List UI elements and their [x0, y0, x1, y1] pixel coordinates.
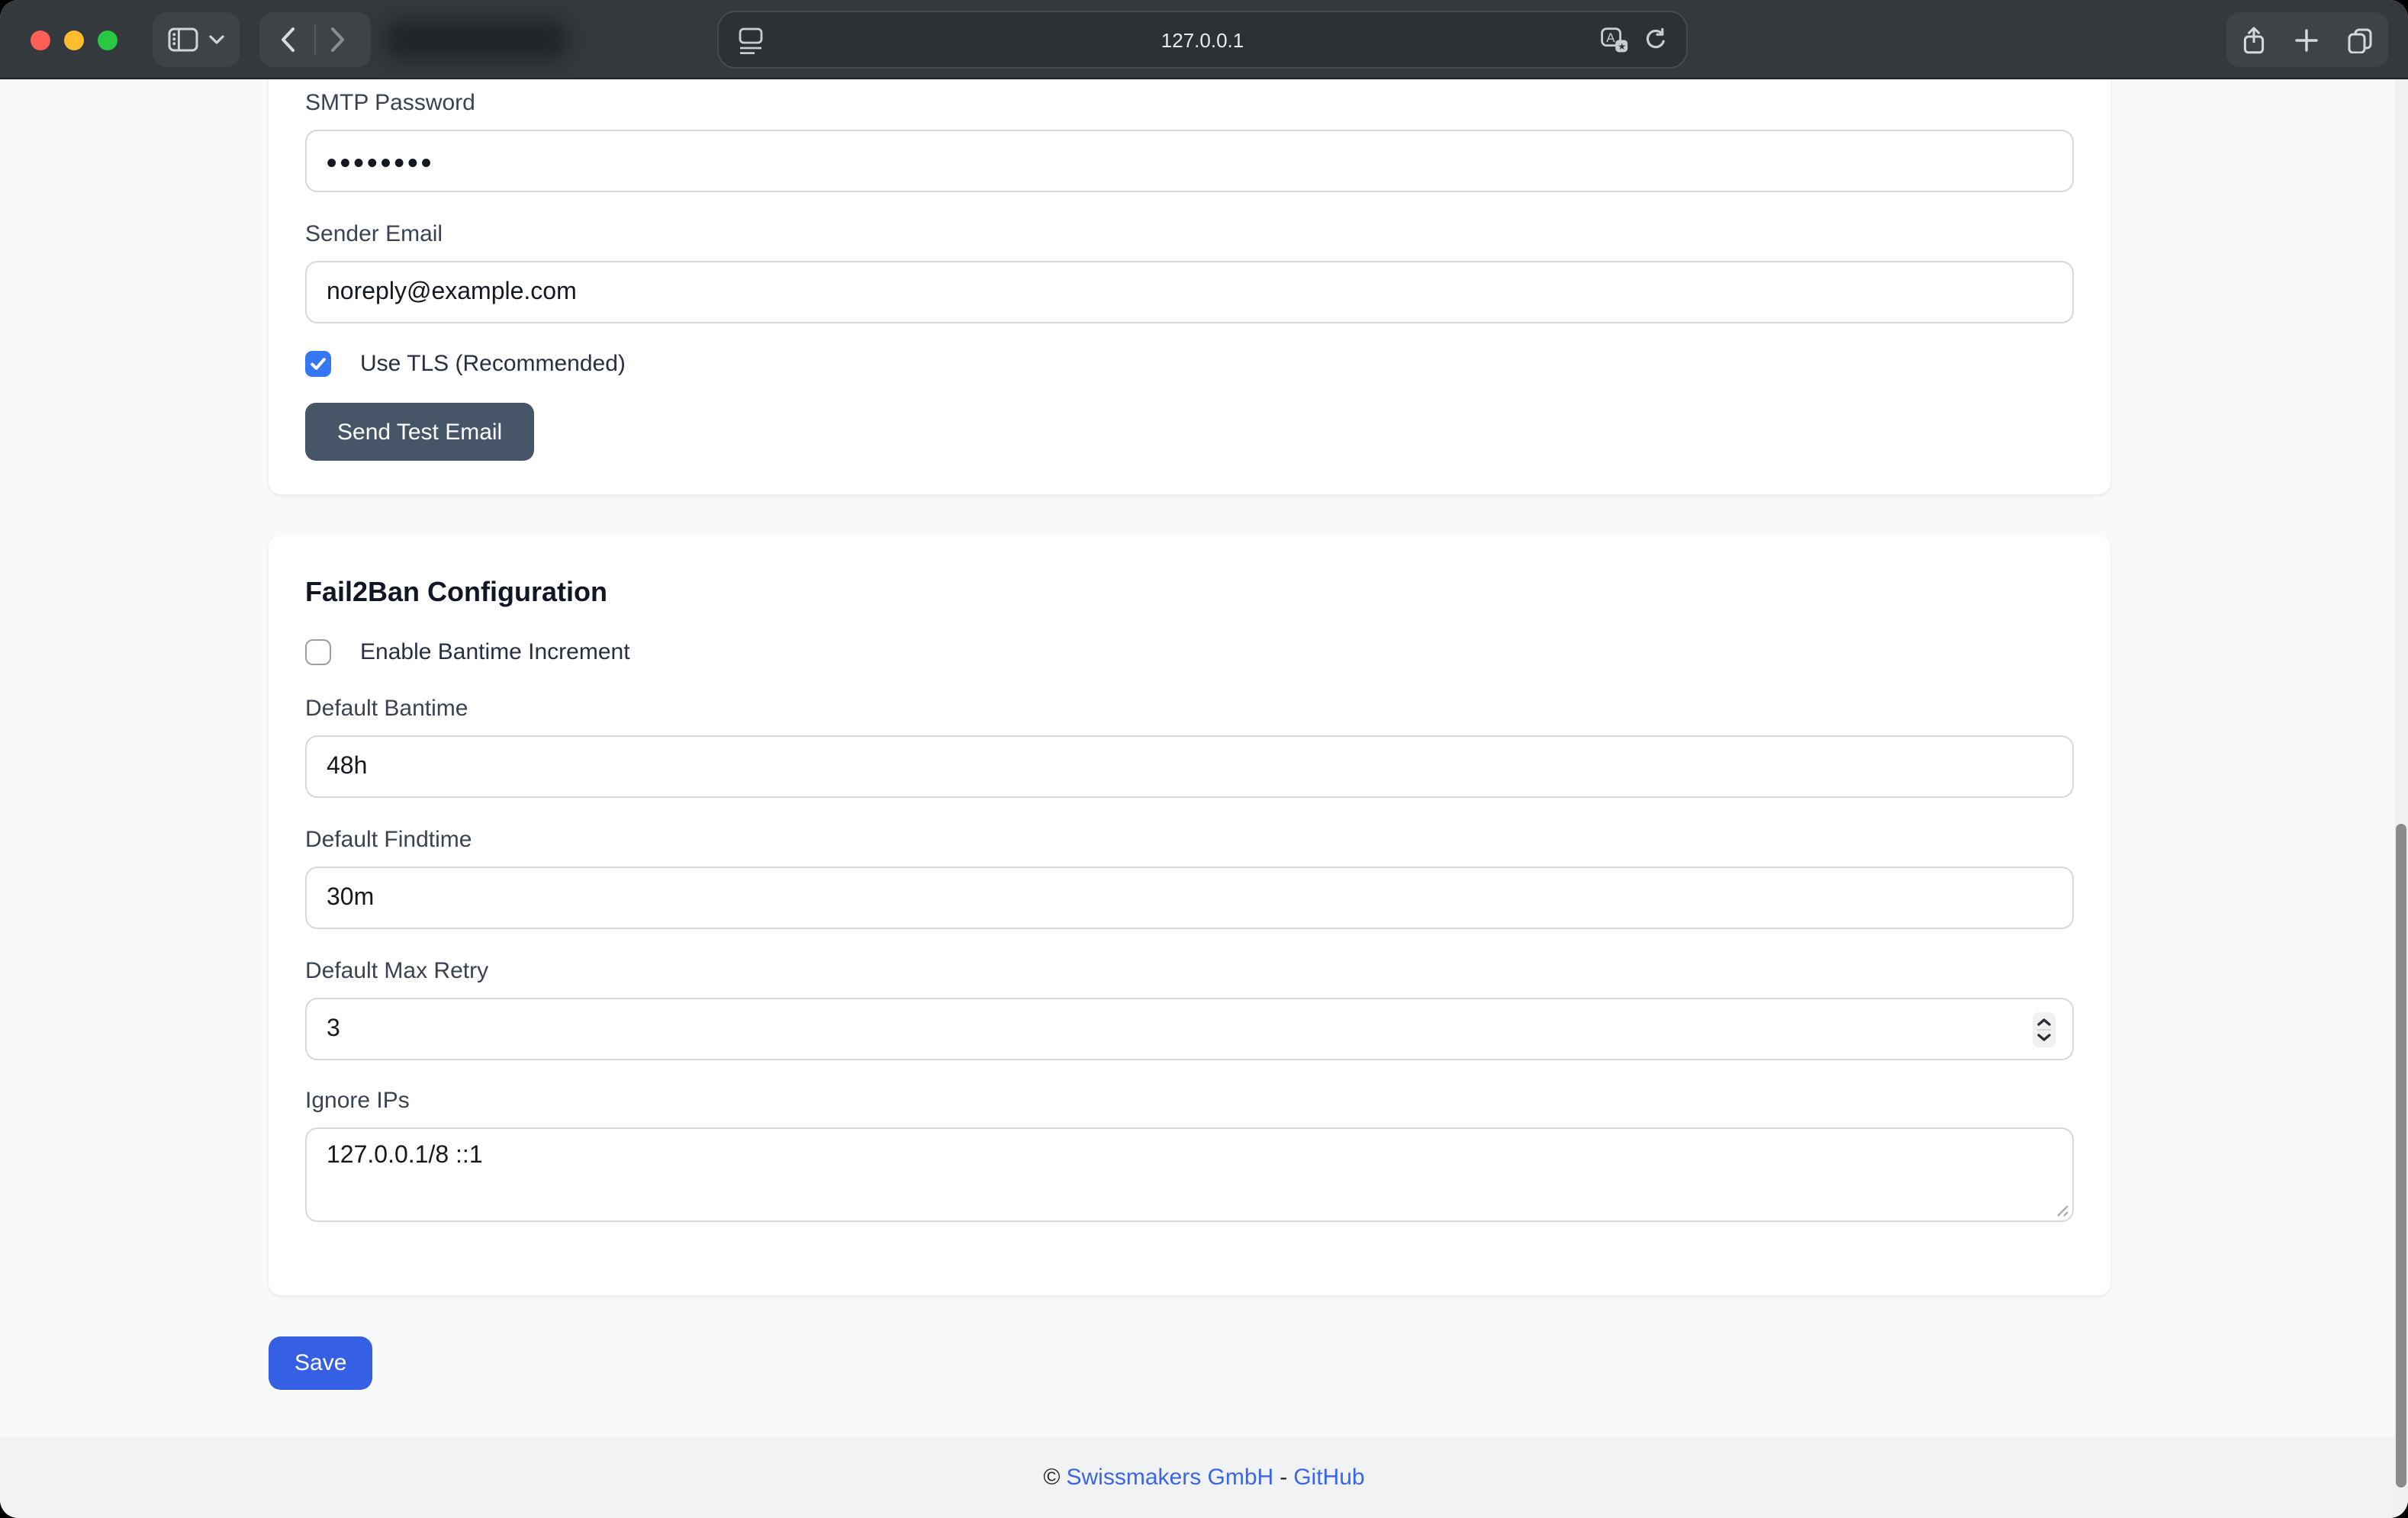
copyright-symbol: ©	[1043, 1465, 1060, 1491]
safari-window: 127.0.0.1 A ★	[0, 0, 2408, 1518]
svg-text:A: A	[1606, 31, 1615, 45]
translate-icon[interactable]: A ★	[1601, 27, 1628, 53]
stepper-down-icon	[2037, 1033, 2051, 1040]
ignore-ips-label: Ignore IPs	[305, 1088, 2074, 1115]
tabs-overview-icon[interactable]	[2348, 27, 2374, 53]
address-bar[interactable]: 127.0.0.1 A ★	[717, 11, 1688, 69]
page-content: SMTP Password Sender Email Use TLS (Reco…	[0, 79, 2408, 1518]
sender-email-label: Sender Email	[305, 221, 2074, 249]
default-bantime-label: Default Bantime	[305, 696, 2074, 723]
use-tls-label: Use TLS (Recommended)	[360, 351, 626, 377]
use-tls-checkbox[interactable]	[305, 351, 331, 377]
fail2ban-card: Fail2Ban Configuration Enable Bantime In…	[269, 535, 2110, 1295]
sidebar-toggle-button[interactable]	[153, 12, 240, 67]
fail2ban-title: Fail2Ban Configuration	[305, 575, 2074, 609]
zoom-window-button[interactable]	[97, 30, 117, 50]
footer-separator: -	[1280, 1465, 1287, 1491]
reload-icon[interactable]	[1643, 27, 1668, 53]
sender-email-input[interactable]	[305, 261, 2074, 323]
bantime-increment-label: Enable Bantime Increment	[360, 639, 630, 665]
stepper-up-icon	[2037, 1018, 2051, 1025]
share-icon[interactable]	[2241, 25, 2265, 54]
bantime-increment-row: Enable Bantime Increment	[305, 639, 2074, 665]
smtp-password-input[interactable]	[305, 130, 2074, 192]
minimize-window-button[interactable]	[63, 30, 83, 50]
nav-divider	[314, 24, 316, 55]
page-footer: © Swissmakers GmbH - GitHub	[0, 1437, 2408, 1518]
resize-grip-icon[interactable]	[2054, 1202, 2069, 1217]
smtp-settings-card: SMTP Password Sender Email Use TLS (Reco…	[269, 79, 2110, 494]
close-window-button[interactable]	[30, 30, 50, 50]
forward-button[interactable]	[330, 26, 346, 53]
scrollbar-track[interactable]	[2394, 79, 2408, 1518]
default-bantime-input[interactable]	[305, 735, 2074, 798]
save-button[interactable]: Save	[269, 1336, 372, 1390]
navigation-buttons	[259, 12, 371, 67]
chevron-down-icon	[209, 35, 224, 44]
new-tab-icon[interactable]	[2295, 28, 2318, 51]
sidebar-icon	[168, 27, 198, 52]
scrollbar-thumb[interactable]	[2396, 824, 2406, 1487]
settings-form: SMTP Password Sender Email Use TLS (Reco…	[269, 79, 2110, 1390]
back-button[interactable]	[279, 26, 296, 53]
default-findtime-input[interactable]	[305, 867, 2074, 929]
smtp-password-label: SMTP Password	[305, 90, 2074, 117]
browser-toolbar: 127.0.0.1 A ★	[0, 0, 2408, 79]
bantime-increment-checkbox[interactable]	[305, 639, 331, 665]
default-max-retry-label: Default Max Retry	[305, 958, 2074, 986]
default-max-retry-input[interactable]	[305, 998, 2074, 1060]
url-text[interactable]: 127.0.0.1	[719, 29, 1686, 52]
toolbar-right-group	[2226, 12, 2388, 67]
send-test-email-button[interactable]: Send Test Email	[305, 403, 534, 461]
use-tls-row: Use TLS (Recommended)	[305, 351, 2074, 377]
screen: 127.0.0.1 A ★	[0, 0, 2408, 1518]
github-link[interactable]: GitHub	[1293, 1465, 1364, 1491]
company-link[interactable]: Swissmakers GmbH	[1067, 1465, 1274, 1491]
default-findtime-label: Default Findtime	[305, 827, 2074, 854]
svg-text:★: ★	[1618, 41, 1626, 52]
redacted-blur	[386, 21, 566, 58]
number-stepper[interactable]	[2033, 1011, 2055, 1047]
ignore-ips-textarea[interactable]: 127.0.0.1/8 ::1	[305, 1127, 2074, 1222]
